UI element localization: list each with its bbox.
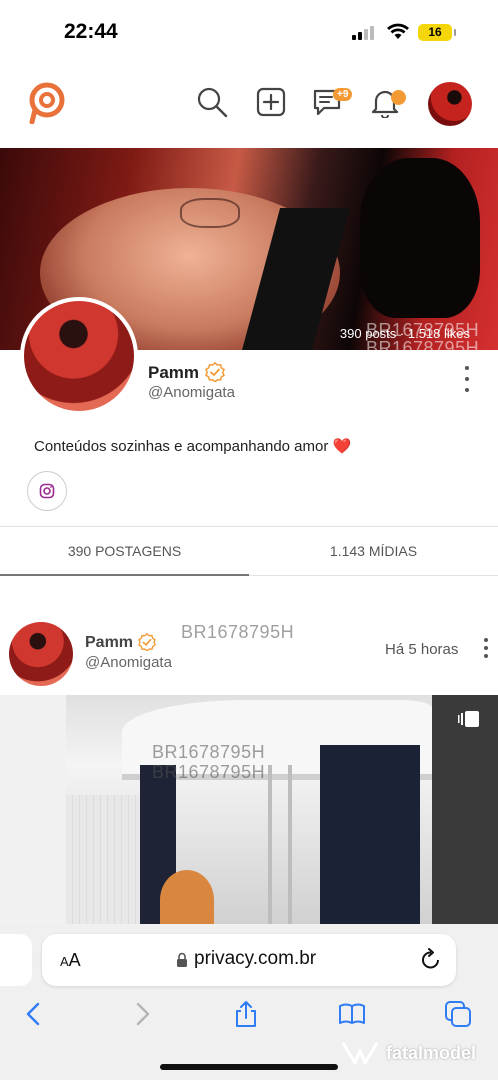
add-post-icon[interactable] (255, 86, 287, 118)
verified-badge-icon (205, 362, 225, 382)
post-author-avatar[interactable] (9, 622, 73, 686)
search-icon[interactable] (196, 86, 228, 118)
image-watermark: BR1678795H (152, 742, 266, 762)
back-icon[interactable] (20, 1000, 48, 1028)
profile-name: Pamm (148, 363, 200, 382)
previous-tab-peek[interactable] (0, 934, 32, 986)
bio-text: Conteúdos sozinhas e acompanhando amor (34, 438, 329, 455)
post-verified-badge-icon (138, 633, 156, 651)
forward-icon[interactable] (128, 1000, 156, 1028)
battery-icon: 16 (418, 24, 456, 41)
cellular-signal-icon (352, 26, 374, 40)
profile-more-options-icon[interactable] (465, 366, 471, 392)
browser-toolbar: AA privacy.com.br fatalmodel (0, 924, 498, 1080)
status-time: 22:44 (64, 20, 118, 43)
profile-handle: @Anomigata (148, 384, 235, 401)
lock-icon (177, 952, 187, 967)
home-indicator (160, 1064, 338, 1070)
status-bar: 22:44 16 (0, 0, 498, 64)
profile-bio: Conteúdos sozinhas e acompanhando amor ❤… (34, 437, 351, 455)
post-author-name[interactable]: Pamm (85, 634, 133, 652)
image-watermark-2: BR1678795H (152, 762, 266, 782)
instagram-icon (39, 483, 55, 499)
tab-posts[interactable]: 390 POSTAGENS (0, 527, 249, 576)
post-time: Há 5 horas (385, 641, 459, 658)
bookmarks-icon[interactable] (338, 1000, 366, 1028)
address-bar[interactable]: AA privacy.com.br (42, 934, 456, 986)
user-avatar[interactable] (428, 82, 472, 126)
post-watermark: BR1678795H (181, 622, 295, 642)
post-author-handle: @Anomigata (85, 654, 172, 671)
wifi-icon (387, 23, 409, 39)
page-settings-button[interactable]: AA (60, 950, 81, 971)
tab-media[interactable]: 1.143 MÍDIAS (249, 527, 498, 575)
app-header: +9 (0, 64, 498, 148)
multiple-media-icon (458, 711, 479, 727)
notification-dot (391, 90, 406, 105)
cover-stats: 390 posts · 1.518 likes (339, 326, 470, 341)
post-more-options-icon[interactable] (484, 638, 490, 658)
tabs-icon[interactable] (444, 1000, 472, 1028)
messages-badge: +9 (333, 88, 353, 101)
fatalmodel-watermark: fatalmodel (340, 1038, 476, 1068)
profile-tabs: 390 POSTAGENS 1.143 MÍDIAS (0, 526, 498, 576)
privacy-logo-icon[interactable] (27, 82, 67, 124)
post-image[interactable]: BR1678795H BR1678795H (0, 695, 498, 930)
url-text: privacy.com.br (194, 948, 317, 969)
share-icon[interactable] (232, 1000, 260, 1028)
fatalmodel-logo-icon (341, 1042, 379, 1065)
heart-emoji: ❤️ (332, 438, 352, 455)
instagram-link-button[interactable] (27, 471, 67, 511)
reload-icon[interactable] (420, 948, 442, 972)
fatalmodel-text: fatalmodel (386, 1042, 477, 1063)
profile-avatar[interactable] (20, 297, 138, 415)
